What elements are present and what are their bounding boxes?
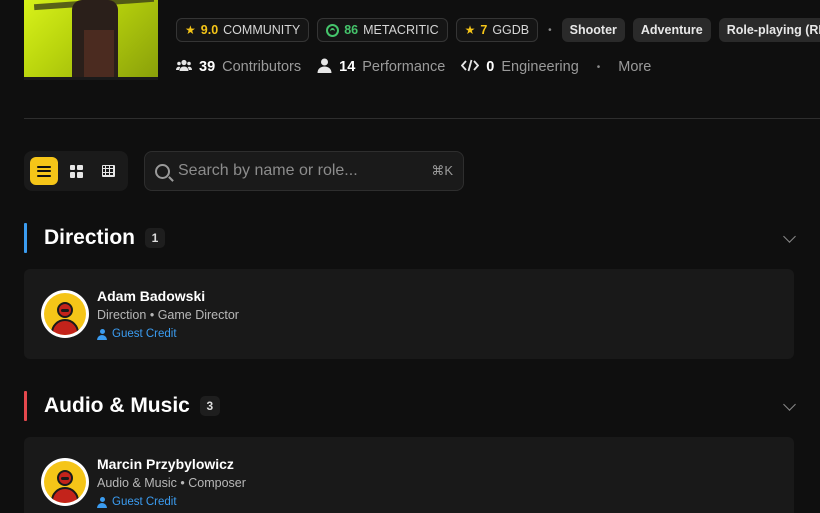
ggdb-rating-value: 7 xyxy=(480,23,488,37)
person-card[interactable]: Adam Badowski Direction • Game Director … xyxy=(24,269,794,359)
stat-performance-label: Performance xyxy=(362,59,446,75)
person-role: Direction • Game Director xyxy=(97,308,239,322)
person-icon xyxy=(97,496,107,508)
header-divider xyxy=(24,118,820,119)
person-department: Direction xyxy=(97,308,147,322)
genre-tag-shooter[interactable]: Shooter xyxy=(561,18,625,42)
section-accent-bar xyxy=(24,223,27,253)
person-job-title: Game Director xyxy=(157,308,239,322)
cover-figure-detail xyxy=(84,30,114,77)
grid-view-button[interactable] xyxy=(62,157,90,185)
stat-performance-value: 14 xyxy=(339,59,356,75)
avatar xyxy=(41,458,89,506)
section-accent-bar xyxy=(24,391,27,421)
chevron-down-icon[interactable] xyxy=(783,398,796,411)
game-cover-image[interactable] xyxy=(24,0,158,80)
more-stats-link[interactable]: More xyxy=(618,59,651,75)
guest-credit-label: Guest Credit xyxy=(112,328,177,340)
grid-icon xyxy=(69,164,83,178)
person-role: Audio & Music • Composer xyxy=(97,476,246,490)
stat-performance[interactable]: 14 Performance xyxy=(317,58,445,76)
stat-contributors-label: Contributors xyxy=(222,59,302,75)
genre-tag-adventure[interactable]: Adventure xyxy=(632,18,711,42)
section-title: Audio & Music xyxy=(44,394,190,417)
separator-dot: • xyxy=(548,24,552,36)
search-box: ⌘K xyxy=(144,151,464,191)
section-header-audio-music[interactable]: Audio & Music 3 xyxy=(24,391,796,421)
credits-stats-row: 39 Contributors 14 Performance 0 Enginee… xyxy=(176,58,651,76)
search-shortcut-hint: ⌘K xyxy=(431,163,453,178)
separator-dot: • xyxy=(596,61,601,73)
genre-tag-rpg[interactable]: Role-playing (RPG) xyxy=(718,18,820,42)
search-icon xyxy=(155,163,170,179)
person-job-title: Composer xyxy=(188,476,246,490)
list-view-button[interactable] xyxy=(30,157,58,185)
community-rating-value: 9.0 xyxy=(200,23,219,37)
metacritic-rating-value: 86 xyxy=(344,23,359,37)
role-separator: • xyxy=(180,476,185,490)
person-name[interactable]: Adam Badowski xyxy=(97,288,205,304)
section-count-badge: 3 xyxy=(199,396,220,416)
metacritic-rating-pill[interactable]: 86 METACRITIC xyxy=(317,18,448,42)
star-icon: ★ xyxy=(464,23,476,37)
table-view-button[interactable] xyxy=(94,157,122,185)
ggdb-rating-label: GGDB xyxy=(492,23,530,37)
ratings-row: ★ 9.0 COMMUNITY 86 METACRITIC ★ 7 GGDB •… xyxy=(176,18,820,42)
guest-credit-label: Guest Credit xyxy=(112,496,177,508)
list-icon xyxy=(37,165,51,177)
section-count-badge: 1 xyxy=(145,228,166,248)
person-name[interactable]: Marcin Przybylowicz xyxy=(97,456,234,472)
view-toggle-group xyxy=(24,151,128,191)
chevron-down-icon[interactable] xyxy=(783,230,796,243)
users-icon xyxy=(176,59,192,75)
metacritic-icon xyxy=(326,23,340,37)
section-header-direction[interactable]: Direction 1 xyxy=(24,223,796,253)
person-icon xyxy=(97,328,107,340)
role-separator: • xyxy=(149,308,155,322)
metacritic-rating-label: METACRITIC xyxy=(363,23,439,37)
guest-credit-badge: Guest Credit xyxy=(97,496,177,508)
table-icon xyxy=(101,165,115,177)
stat-engineering[interactable]: 0 Engineering xyxy=(461,59,579,75)
code-icon xyxy=(461,59,480,75)
search-input[interactable] xyxy=(178,162,424,180)
person-card[interactable]: Marcin Przybylowicz Audio & Music • Comp… xyxy=(24,437,794,513)
stat-engineering-value: 0 xyxy=(486,59,495,75)
person-department: Audio & Music xyxy=(97,476,177,490)
community-rating-pill[interactable]: ★ 9.0 COMMUNITY xyxy=(176,18,310,42)
stat-contributors-value: 39 xyxy=(199,59,216,75)
guest-credit-badge: Guest Credit xyxy=(97,328,177,340)
avatar xyxy=(41,290,89,338)
ggdb-rating-pill[interactable]: ★ 7 GGDB xyxy=(455,18,539,42)
star-icon: ★ xyxy=(185,23,196,37)
stat-contributors[interactable]: 39 Contributors xyxy=(176,59,301,75)
section-title: Direction xyxy=(44,226,136,249)
stat-engineering-label: Engineering xyxy=(501,59,579,75)
user-icon xyxy=(317,58,332,76)
community-rating-label: COMMUNITY xyxy=(223,23,301,37)
